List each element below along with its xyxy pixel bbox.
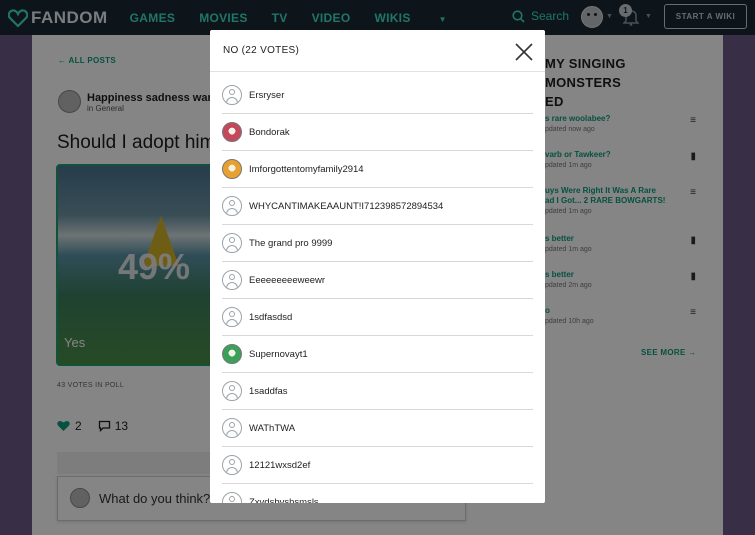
default-avatar-icon[interactable] [222,381,242,401]
voter-name[interactable]: WHYCANTIMAKEAAUNT!I712398572894534 [249,201,443,212]
avatar-body [226,319,238,326]
default-avatar-icon[interactable] [222,455,242,475]
voter-row[interactable]: Imforgottentomyfamily2914 [222,151,533,188]
default-avatar-icon[interactable] [222,233,242,253]
modal-header: NO (22 VOTES) [210,30,545,72]
voter-avatar[interactable] [222,159,242,179]
avatar-body [226,208,238,215]
avatar-head [229,311,235,317]
voter-name[interactable]: Ersryser [249,90,284,101]
modal-title: NO (22 VOTES) [223,45,300,56]
avatar-body [226,467,238,474]
avatar-head [229,200,235,206]
voter-row[interactable]: 1saddfas [222,373,533,410]
voter-name[interactable]: Zxvdsbvshsmsls [249,497,319,504]
voter-name[interactable]: Bondorak [249,127,290,138]
close-icon[interactable] [513,41,535,63]
default-avatar-icon[interactable] [222,85,242,105]
voter-row[interactable]: WHYCANTIMAKEAAUNT!I712398572894534 [222,188,533,225]
avatar-body [226,245,238,252]
voter-name[interactable]: 1sdfasdsd [249,312,292,323]
default-avatar-icon[interactable] [222,307,242,327]
voter-row[interactable]: 1sdfasdsd [222,299,533,336]
default-avatar-icon[interactable] [222,270,242,290]
avatar-head [229,274,235,280]
voter-name[interactable]: 1saddfas [249,386,288,397]
voter-name[interactable]: 12121wxsd2ef [249,460,310,471]
voter-row[interactable]: WAThTWA [222,410,533,447]
avatar-body [226,430,238,437]
voter-row[interactable]: Bondorak [222,114,533,151]
voter-name[interactable]: Supernovayt1 [249,349,308,360]
voter-name[interactable]: Imforgottentomyfamily2914 [249,164,364,175]
avatar-head [229,89,235,95]
default-avatar-icon[interactable] [222,196,242,216]
avatar-head [229,237,235,243]
voter-row[interactable]: Zxvdsbvshsmsls [222,484,533,503]
voter-avatar[interactable] [222,122,242,142]
avatar-head [229,459,235,465]
voter-row[interactable]: Eeeeeeeeeweewr [222,262,533,299]
voter-row[interactable]: Ersryser [222,77,533,114]
voters-modal: NO (22 VOTES) Ersryser Bondorak Imforgotte… [210,30,545,503]
voter-row[interactable]: 12121wxsd2ef [222,447,533,484]
voter-row[interactable]: Supernovayt1 [222,336,533,373]
avatar-head [229,385,235,391]
default-avatar-icon[interactable] [222,418,242,438]
avatar-head [229,496,235,502]
avatar-body [226,393,238,400]
default-avatar-icon[interactable] [222,492,242,503]
voter-row[interactable]: The grand pro 9999 [222,225,533,262]
avatar-body [226,97,238,104]
voter-name[interactable]: Eeeeeeeeeweewr [249,275,325,286]
avatar-head [229,422,235,428]
voter-name[interactable]: WAThTWA [249,423,295,434]
avatar-body [226,282,238,289]
voter-name[interactable]: The grand pro 9999 [249,238,332,249]
voter-list: Ersryser Bondorak Imforgottentomyfamily291… [222,77,533,503]
voter-avatar[interactable] [222,344,242,364]
